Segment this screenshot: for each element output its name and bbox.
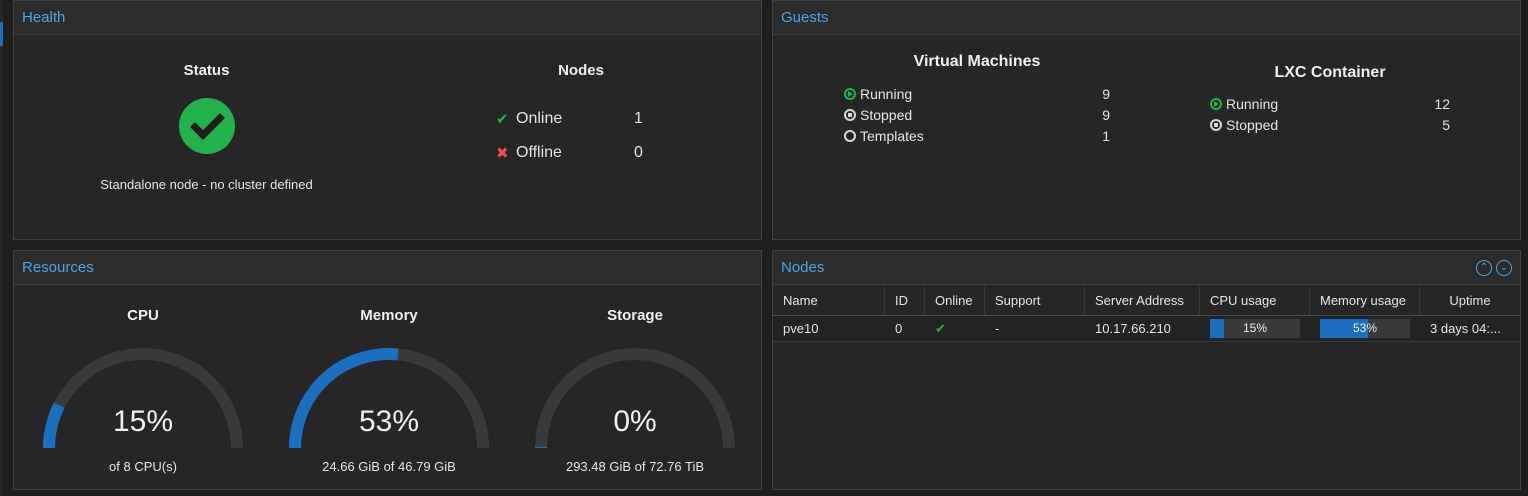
vm-running-count: 9 (1102, 85, 1110, 102)
node-id: 0 (895, 321, 903, 336)
lxc-running-label: Running (1226, 95, 1279, 112)
resources-panel: Resources CPU 15% of 8 CPU(s) Memory 53%… (13, 250, 762, 490)
expand-down-icon[interactable]: ⌄ (1496, 259, 1512, 276)
cpu-usage-cell: 15% (1200, 316, 1310, 341)
offline-count: 0 (634, 144, 643, 161)
column-header-id[interactable]: ID (885, 286, 925, 315)
memory-heading: Memory (360, 307, 418, 324)
vm-templates-label: Templates (860, 127, 924, 144)
left-edge (0, 0, 3, 496)
running-icon (1210, 97, 1222, 110)
vm-heading: Virtual Machines (913, 53, 1041, 70)
check-icon: ✔ (496, 111, 509, 128)
status-ok-icon (179, 98, 235, 154)
column-header-uptime[interactable]: Uptime (1420, 286, 1520, 315)
vm-stopped-label: Stopped (860, 106, 913, 123)
vm-running-label: Running (860, 85, 913, 102)
cpu-usage-bar: 15% (1210, 319, 1300, 338)
online-row: ✔ Online 1 (496, 109, 666, 129)
nodes-section: Nodes ✔ Online 1 ✖ Offline 0 (399, 36, 763, 239)
guests-header: Guests (773, 1, 1520, 35)
online-check-icon: ✔ (935, 321, 946, 336)
memory-usage-cell: 53% (1310, 316, 1420, 341)
status-text: Standalone node - no cluster defined (100, 177, 313, 192)
cpu-gauge: CPU 15% of 8 CPU(s) (20, 286, 266, 491)
node-address: 10.17.66.210 (1095, 321, 1171, 336)
table-row[interactable]: pve10 0 ✔ - 10.17.66.210 15% 53% 3 days … (773, 316, 1520, 342)
storage-gauge: Storage 0% 293.48 GiB of 72.76 TiB (512, 286, 758, 491)
memory-gauge: Memory 53% 24.66 GiB of 46.79 GiB (266, 286, 512, 491)
nodes-title: Nodes (781, 259, 825, 276)
vm-templates-count: 1 (1102, 127, 1110, 144)
vm-stopped-count: 9 (1102, 106, 1110, 123)
node-support: - (995, 321, 1000, 336)
lxc-running-count: 12 (1434, 95, 1450, 112)
nodes-heading: Nodes (558, 62, 604, 79)
node-uptime: 3 days 04:... (1430, 321, 1501, 336)
storage-detail: 293.48 GiB of 72.76 TiB (565, 459, 705, 474)
offline-label: Offline (516, 144, 562, 161)
template-icon (844, 129, 856, 142)
health-title: Health (22, 9, 66, 26)
cpu-percent: 15% (112, 405, 174, 438)
vm-stopped-row[interactable]: Stopped 9 (844, 104, 1110, 125)
cpu-heading: CPU (127, 307, 159, 324)
cpu-usage-text: 15% (1242, 321, 1268, 335)
memory-percent: 53% (358, 405, 420, 438)
nodes-header: Nodes ⌃ ⌄ (773, 251, 1520, 285)
stopped-icon (844, 108, 856, 121)
vm-running-row[interactable]: Running 9 (844, 83, 1110, 104)
column-header-server-address[interactable]: Server Address (1085, 286, 1200, 315)
grid-header: Name ID Online Support Server Address CP… (773, 286, 1520, 316)
health-header: Health (14, 1, 761, 35)
online-label: Online (516, 110, 563, 127)
lxc-stopped-label: Stopped (1226, 116, 1279, 133)
lxc-stopped-count: 5 (1442, 116, 1450, 133)
vm-templates-row[interactable]: Templates 1 (844, 125, 1110, 146)
column-header-online[interactable]: Online (925, 286, 985, 315)
guests-panel: Guests Virtual Machines Running 9 Stoppe… (772, 0, 1521, 240)
lxc-heading: LXC Container (1274, 64, 1386, 81)
collapse-up-icon[interactable]: ⌃ (1476, 259, 1492, 276)
status-section: Status Standalone node - no cluster defi… (14, 36, 399, 239)
health-panel: Health Status Standalone node - no clust… (13, 0, 762, 240)
guests-title: Guests (781, 9, 829, 26)
lxc-stopped-row[interactable]: Stopped 5 (1210, 114, 1450, 135)
memory-usage-bar: 53% (1320, 319, 1410, 338)
online-count: 1 (634, 110, 643, 127)
resources-title: Resources (22, 259, 94, 276)
column-header-cpu-usage[interactable]: CPU usage (1200, 286, 1310, 315)
column-header-memory-usage[interactable]: Memory usage (1310, 286, 1420, 315)
status-heading: Status (183, 62, 230, 79)
memory-usage-text: 53% (1352, 321, 1378, 335)
nodes-panel: Nodes ⌃ ⌄ Name ID Online Support Server … (772, 250, 1521, 490)
node-name: pve10 (783, 321, 819, 336)
running-icon (844, 87, 856, 100)
cpu-detail: of 8 CPU(s) (109, 459, 177, 474)
left-edge-marker (0, 22, 3, 46)
vm-section: Virtual Machines Running 9 Stopped 9 Tem… (844, 53, 1110, 146)
column-header-name[interactable]: Name (773, 286, 885, 315)
stopped-icon (1210, 118, 1222, 131)
offline-row: ✖ Offline 0 (496, 143, 666, 163)
lxc-running-row[interactable]: Running 12 (1210, 93, 1450, 114)
column-header-support[interactable]: Support (985, 286, 1085, 315)
resources-header: Resources (14, 251, 761, 285)
memory-detail: 24.66 GiB of 46.79 GiB (322, 459, 456, 474)
storage-percent: 0% (613, 405, 657, 438)
cross-icon: ✖ (496, 145, 509, 162)
nodes-grid: Name ID Online Support Server Address CP… (773, 286, 1520, 342)
lxc-section: LXC Container Running 12 Stopped 5 (1210, 64, 1450, 135)
storage-heading: Storage (607, 307, 663, 324)
